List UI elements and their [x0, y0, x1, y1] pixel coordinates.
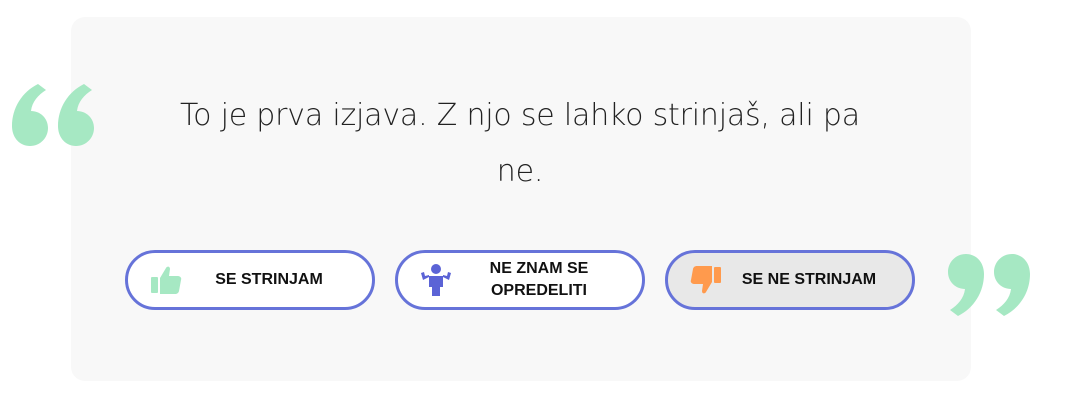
statement-widget: To je prva izjava. Z njo se lahko strinj…	[0, 0, 1070, 413]
agree-button[interactable]: SE STRINJAM	[125, 250, 375, 310]
thumbs-down-icon	[688, 262, 724, 298]
close-quote-icon	[948, 254, 1030, 316]
unsure-button[interactable]: NE ZNAM SE OPREDELITI	[395, 250, 645, 310]
statement-text: To je prva izjava. Z njo se lahko strinj…	[180, 98, 860, 189]
person-shrug-icon	[418, 262, 454, 298]
thumbs-up-icon	[148, 262, 184, 298]
open-quote-icon	[12, 84, 94, 146]
disagree-button[interactable]: SE NE STRINJAM	[665, 250, 915, 310]
